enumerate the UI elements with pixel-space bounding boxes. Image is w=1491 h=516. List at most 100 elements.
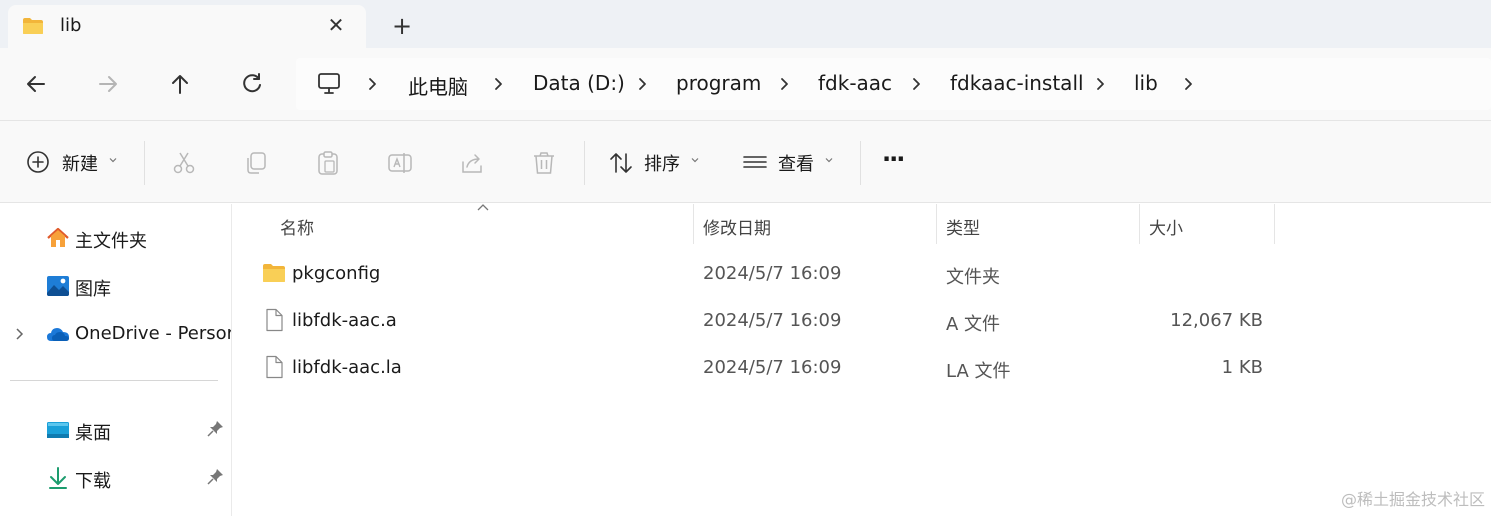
file-icon — [266, 355, 283, 379]
refresh-button[interactable] — [238, 70, 266, 98]
column-divider[interactable] — [1139, 204, 1140, 244]
sort-ascending-caret-icon — [477, 204, 489, 211]
share-button[interactable] — [459, 147, 485, 179]
clipboard-icon — [318, 151, 338, 175]
sort-icon — [610, 153, 632, 173]
column-header-date[interactable]: 修改日期 — [703, 214, 771, 239]
delete-button[interactable] — [531, 147, 557, 179]
file-size: 12,067 KB — [1170, 310, 1263, 331]
new-label: 新建 — [62, 154, 98, 175]
breadcrumb-fdkaac-install[interactable]: fdkaac-install — [950, 71, 1084, 95]
sidebar-item-label: OneDrive - Persor — [75, 323, 235, 344]
chevron-down-icon — [825, 158, 833, 163]
breadcrumb-fdk-aac[interactable]: fdk-aac — [818, 71, 892, 95]
onedrive-cloud-icon — [47, 328, 69, 341]
chevron-down-icon — [109, 158, 117, 163]
table-row[interactable]: libfdk-aac.a 2024/5/7 16:09 A 文件 12,067 … — [232, 298, 1491, 344]
watermark: @稀土掘金技术社区 — [1340, 490, 1485, 509]
file-name: libfdk-aac.la — [292, 357, 402, 378]
sidebar-item-home[interactable]: 主文件夹 — [0, 218, 232, 258]
trash-icon — [534, 152, 554, 174]
arrow-up-icon — [172, 75, 188, 94]
computer-icon — [318, 73, 340, 94]
file-type: 文件夹 — [946, 267, 1000, 288]
chevron-right-icon — [495, 78, 502, 90]
sidebar-item-desktop[interactable]: 桌面 — [0, 410, 232, 450]
table-row[interactable]: libfdk-aac.la 2024/5/7 16:09 LA 文件 1 KB — [232, 345, 1491, 391]
file-size: 1 KB — [1221, 357, 1263, 378]
view-label: 查看 — [778, 154, 814, 175]
chevron-right-icon — [1097, 78, 1104, 90]
copy-button[interactable] — [243, 147, 269, 179]
pin-icon[interactable] — [206, 468, 224, 486]
file-date: 2024/5/7 16:09 — [703, 310, 842, 331]
more-options-button[interactable]: ··· — [882, 145, 905, 173]
toolbar-divider — [144, 141, 145, 185]
breadcrumb-data-drive[interactable]: Data (D:) — [533, 71, 625, 95]
sidebar-item-label: 下载 — [75, 471, 111, 492]
up-button[interactable] — [166, 70, 194, 98]
pin-icon[interactable] — [206, 420, 224, 438]
chevron-down-icon — [691, 158, 699, 163]
chevron-right-icon — [369, 78, 376, 90]
file-type: LA 文件 — [946, 361, 1011, 382]
sidebar-item-label: 图库 — [75, 279, 111, 300]
column-header-name[interactable]: 名称 — [280, 214, 314, 239]
arrow-right-icon — [99, 76, 117, 92]
rename-icon — [388, 153, 412, 173]
breadcrumb-this-pc[interactable]: 此电脑 — [408, 71, 468, 100]
file-list: 名称 修改日期 类型 大小 pkgconfig 2024/5/7 16:09 文… — [232, 204, 1491, 516]
view-list-icon — [743, 156, 767, 168]
tab-bar: lib ✕ + — [0, 0, 1491, 48]
new-tab-button[interactable]: + — [388, 12, 416, 40]
desktop-icon — [47, 422, 69, 438]
table-row[interactable]: pkgconfig 2024/5/7 16:09 文件夹 — [232, 251, 1491, 297]
tab-lib[interactable]: lib ✕ — [8, 5, 366, 48]
toolbar-divider — [584, 141, 585, 185]
sidebar-item-downloads[interactable]: 下载 — [0, 458, 232, 498]
gallery-icon — [47, 276, 69, 296]
download-icon — [49, 467, 67, 489]
sidebar-item-gallery[interactable]: 图库 — [0, 266, 232, 306]
navigation-bar: 此电脑 Data (D:) program fdk-aac fdkaac-ins… — [0, 48, 1491, 120]
address-bar[interactable]: 此电脑 Data (D:) program fdk-aac fdkaac-ins… — [296, 58, 1491, 110]
column-divider[interactable] — [693, 204, 694, 244]
breadcrumb-program[interactable]: program — [676, 71, 761, 95]
navigation-pane: 主文件夹 图库 OneDrive - Persor 桌面 下载 — [0, 204, 235, 516]
close-tab-icon[interactable]: ✕ — [324, 13, 348, 37]
command-bar: 新建 排序 查看 ··· — [0, 120, 1491, 203]
chevron-right-icon — [639, 78, 646, 90]
chevron-right-icon — [913, 78, 920, 90]
column-divider[interactable] — [1274, 204, 1275, 244]
forward-button[interactable] — [94, 70, 122, 98]
folder-icon — [23, 18, 43, 34]
column-header-type[interactable]: 类型 — [946, 214, 980, 239]
file-name: pkgconfig — [292, 263, 381, 284]
sidebar-item-label: 桌面 — [75, 423, 111, 444]
plus-circle-icon — [27, 151, 49, 173]
arrow-left-icon — [27, 76, 45, 92]
chevron-right-icon[interactable] — [1182, 73, 1196, 95]
cut-button[interactable] — [171, 147, 197, 179]
sidebar-item-onedrive[interactable]: OneDrive - Persor — [0, 314, 235, 354]
scissors-icon — [173, 152, 195, 174]
rename-button[interactable] — [387, 147, 413, 179]
column-divider[interactable] — [936, 204, 937, 244]
breadcrumb-lib[interactable]: lib — [1134, 71, 1158, 95]
column-header-size[interactable]: 大小 — [1149, 214, 1183, 239]
file-date: 2024/5/7 16:09 — [703, 263, 842, 284]
chevron-right-icon[interactable] — [14, 326, 26, 342]
home-icon — [47, 227, 69, 247]
sidebar-item-label: 主文件夹 — [75, 231, 147, 252]
copy-icon — [247, 152, 266, 174]
chevron-right-icon — [781, 78, 788, 90]
back-button[interactable] — [22, 70, 50, 98]
paste-button[interactable] — [315, 147, 341, 179]
file-icon — [266, 308, 283, 332]
refresh-icon — [243, 73, 261, 93]
file-type: A 文件 — [946, 314, 1001, 335]
share-icon — [462, 154, 482, 173]
sort-label: 排序 — [644, 154, 680, 175]
file-name: libfdk-aac.a — [292, 310, 397, 331]
toolbar-divider — [860, 141, 861, 185]
